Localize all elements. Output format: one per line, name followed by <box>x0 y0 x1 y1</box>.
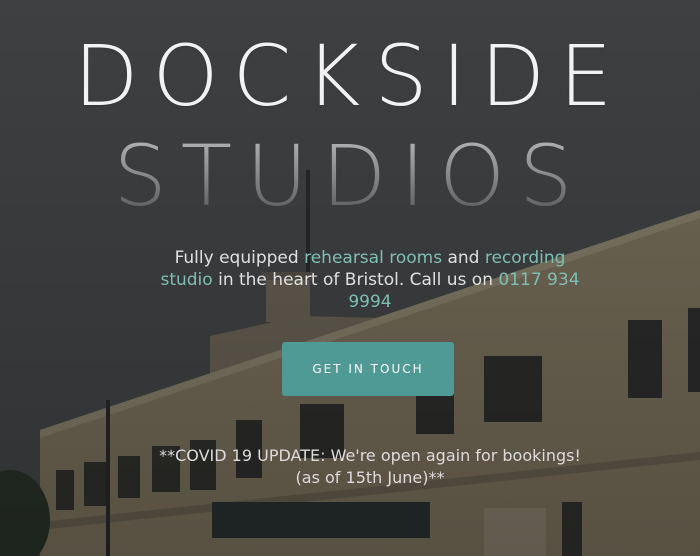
hero-section: DOCKSIDE STUDIOS Fully equipped rehearsa… <box>0 0 700 556</box>
covid-update-notice: **COVID 19 UPDATE: We're open again for … <box>159 446 581 487</box>
site-title-line2: STUDIOS <box>0 128 700 224</box>
tagline-text: in the heart of Bristol. Call us on <box>212 270 499 290</box>
tagline: Fully equipped rehearsal rooms and recor… <box>150 247 590 313</box>
site-title-line1: DOCKSIDE <box>73 27 627 125</box>
tagline-text: Fully equipped <box>174 248 305 268</box>
rehearsal-rooms-link[interactable]: rehearsal rooms <box>304 248 442 268</box>
get-in-touch-button[interactable]: GET IN TOUCH <box>282 342 454 396</box>
tagline-text: and <box>442 248 485 268</box>
